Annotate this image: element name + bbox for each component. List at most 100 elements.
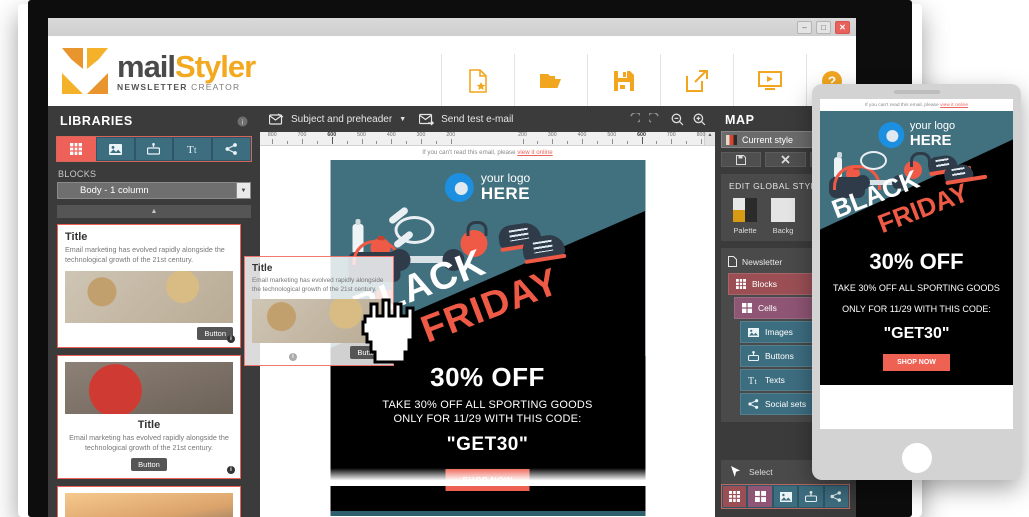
library-tabs: Tt (56, 136, 252, 162)
zoom-in-icon[interactable] (693, 113, 706, 126)
text-icon: Tt (748, 376, 758, 385)
undo-icon[interactable] (627, 113, 640, 125)
screenshot-root: – □ ✕ mailStyler NEWSLETTER CREATOR ? LI… (0, 0, 1029, 517)
ruler-tick-minor (376, 141, 378, 144)
ruler-tick-minor (596, 141, 598, 144)
app-header: mailStyler NEWSLETTER CREATOR TEMPLATES (48, 36, 856, 124)
redo-icon[interactable] (649, 113, 662, 125)
block-list[interactable]: Title Email marketing has evolved rapidl… (57, 224, 241, 517)
offer-headline: 30% OFF (430, 362, 545, 392)
phone-line-1: TAKE 30% OFF ALL SPORTING GOODS (833, 283, 1000, 293)
send-test-email-label[interactable]: Send test e-mail (441, 114, 513, 125)
zoom-out-icon[interactable] (671, 113, 684, 126)
select-tab-blocks[interactable] (722, 485, 748, 508)
window-titlebar: – □ ✕ (48, 18, 856, 36)
logo-name-part2: Styler (175, 48, 256, 84)
tree-root-label: Newsletter (742, 256, 783, 267)
ruler-label: 700 (297, 132, 307, 138)
select-tab-cells[interactable] (747, 485, 773, 508)
block-body: Email marketing has evolved rapidly alon… (65, 245, 225, 265)
canvas-ruler: ▲ 800 700 600 500 400 300 200 200 300 400 500 600 70… (260, 132, 715, 146)
list-item[interactable]: Title Email marketing has evolved rapidl… (57, 354, 241, 479)
ruler-tick-minor (435, 141, 437, 144)
library-tab-buttons[interactable] (134, 137, 174, 161)
editor-toolbar-right (627, 113, 715, 126)
ruler-tick (391, 139, 393, 144)
phone-line-2: ONLY FOR 11/29 WITH THIS CODE: (842, 303, 991, 314)
email-logo[interactable]: your logo HERE (444, 171, 531, 202)
select-tab-buttons[interactable] (798, 485, 824, 508)
floppy-disk-icon (613, 67, 635, 95)
window-controls: – □ ✕ (797, 21, 850, 34)
maximize-button[interactable]: □ (816, 21, 831, 34)
scroll-up-icon[interactable]: ▲ (57, 205, 251, 218)
phone-preheader-link[interactable]: view it online (940, 103, 968, 108)
phone-preheader: If you can't read this email, please vie… (820, 99, 1013, 111)
email-offer-section[interactable]: 30% OFF TAKE 30% OFF ALL SPORTING GOODS … (330, 356, 645, 511)
logo-mark-icon (62, 48, 108, 94)
ruler-tick-minor (346, 141, 348, 144)
block-title: Title (137, 418, 161, 431)
select-tabs (721, 484, 850, 509)
block-button-label[interactable]: Button (131, 457, 167, 471)
library-tab-social[interactable] (212, 137, 251, 161)
palette-label: Palette (733, 226, 757, 235)
ruler-tick (331, 137, 333, 144)
send-test-icon (419, 113, 435, 126)
ruler-tick-minor (537, 141, 539, 144)
tree-item-label: Texts (765, 375, 785, 385)
ruler-tick (552, 139, 554, 144)
chevron-down-icon[interactable]: ▼ (236, 183, 250, 198)
ruler-tick (582, 139, 583, 144)
image-icon (108, 143, 122, 155)
list-item[interactable]: Title Email marketing has evolved rapidl… (57, 224, 241, 348)
phone-logo-line2: HERE (909, 131, 952, 149)
libraries-title: LIBRARIES (60, 114, 133, 128)
chevron-down-icon[interactable]: ▼ (399, 116, 406, 123)
block-info-icon[interactable]: i (227, 465, 235, 474)
ruler-label: 500 (357, 132, 366, 138)
email-footer-section[interactable] (330, 511, 645, 516)
ruler-label: 200 (446, 132, 456, 138)
svg-text:T: T (187, 144, 194, 155)
libraries-info-icon[interactable]: i (237, 116, 248, 127)
close-button[interactable]: ✕ (835, 21, 850, 34)
delete-style-button[interactable] (765, 152, 806, 167)
phone-screen[interactable]: If you can't read this email, please vie… (820, 99, 1013, 429)
ruler-label: 700 (666, 132, 676, 138)
ruler-tick-minor (316, 141, 318, 144)
minimize-button[interactable]: – (797, 21, 812, 34)
style-swatch-icon (726, 134, 737, 145)
logo-name-part1: mail (117, 48, 176, 84)
phone-offer-section: 30% OFF TAKE 30% OFF ALL SPORTING GOODS … (820, 240, 1013, 385)
libraries-panel: LIBRARIES i Tt BLOCKS Body - 1 column ▼ … (48, 106, 260, 517)
blocks-grid-icon (729, 491, 741, 502)
select-tab-social[interactable] (823, 485, 850, 508)
library-tab-blocks[interactable] (57, 137, 96, 161)
block-type-select[interactable]: Body - 1 column ▼ (57, 182, 251, 199)
list-item[interactable] (57, 485, 241, 517)
library-tab-texts[interactable]: Tt (173, 137, 213, 161)
phone-home-button[interactable] (901, 443, 932, 473)
global-style-background[interactable]: Backg (771, 198, 795, 235)
svg-text:t: t (755, 377, 758, 385)
ruler-tick (522, 139, 524, 144)
email-logo-line1: your logo (480, 171, 531, 185)
cells-icon (742, 303, 752, 313)
phone-shop-now-button[interactable]: SHOP NOW (883, 354, 950, 371)
tree-item-label: Blocks (752, 279, 778, 289)
block-thumbnail (65, 492, 233, 517)
preheader-link[interactable]: view it online (517, 149, 552, 156)
save-style-button[interactable] (721, 152, 762, 167)
ruler-tick (302, 139, 303, 144)
library-tab-images[interactable] (95, 137, 135, 161)
global-style-palette[interactable]: Palette (733, 198, 757, 235)
social-share-icon (748, 399, 759, 409)
block-info-icon[interactable]: i (227, 334, 235, 343)
drag-hand-cursor (353, 280, 429, 366)
select-tab-images[interactable] (772, 485, 799, 508)
document-icon (728, 256, 737, 267)
subject-preheader-label[interactable]: Subject and preheader (291, 114, 392, 125)
phone-preheader-text: If you can't read this email, please (864, 103, 941, 108)
subject-mail-icon (269, 112, 284, 126)
